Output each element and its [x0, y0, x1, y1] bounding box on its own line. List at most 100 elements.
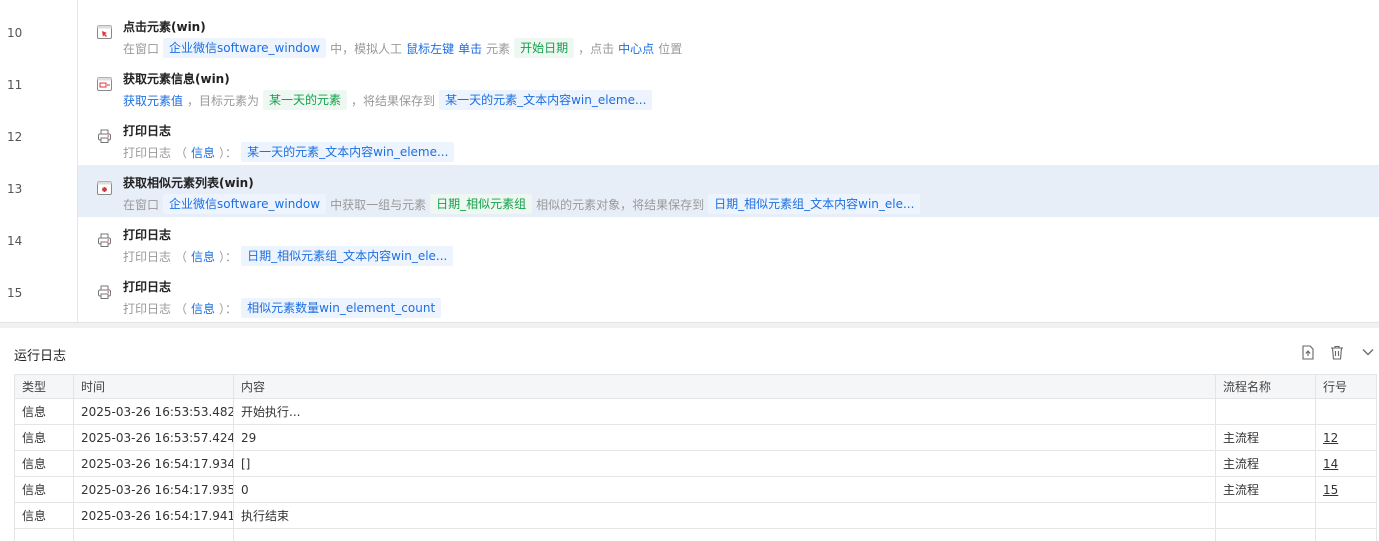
log-time-cell: 2025-03-26 16:54:17.941 — [73, 502, 234, 529]
description-text: ，将结果保存到 — [351, 93, 436, 108]
description-text: 打印日志 — [123, 301, 172, 316]
option-value[interactable]: 中心点 — [618, 40, 654, 57]
log-row[interactable]: 信息 2025-03-26 16:54:17.935 0 主流程 15 — [14, 476, 1377, 503]
parameter-chip[interactable]: 日期_相似元素组_文本内容win_ele... — [241, 246, 454, 266]
flow-step-row[interactable]: 14 打印日志 打印日志（信息）： 日期_相似元素组_文本内容win_ele... — [0, 217, 1379, 269]
log-content-cell: 29 — [233, 424, 1216, 451]
click-element-icon — [97, 24, 112, 39]
flow-steps-list: 10 点击元素(win) 在窗口 企业微信software_window 中，模拟人工鼠… — [0, 0, 1379, 322]
column-header-content[interactable]: 内容 — [233, 374, 1216, 399]
flow-step-row[interactable]: 15 打印日志 打印日志（信息）： 相似元素数量win_element_count — [0, 269, 1379, 321]
description-punctuation: （ — [175, 145, 188, 160]
flow-step-body[interactable]: 打印日志 打印日志（信息）： 某一天的元素_文本内容win_eleme... — [78, 113, 1379, 165]
flow-step-body[interactable]: 获取元素信息(win) 获取元素值 ，目标元素为 某一天的元素 ，将结果保存到 某一天的元… — [78, 61, 1379, 113]
log-flow-cell — [1215, 398, 1316, 425]
flow-step-row[interactable]: 11 获取元素信息(win) 获取元素值 ，目标元素为 某一天的元素 ，将结果保存到 某一天… — [0, 61, 1379, 113]
flow-step-title: 打印日志 — [123, 228, 172, 242]
option-value[interactable]: 信息 — [191, 144, 215, 161]
flow-step-body[interactable]: 获取相似元素列表(win) 在窗口 企业微信software_window 中获取一组… — [78, 165, 1379, 217]
option-value[interactable]: 单击 — [458, 40, 482, 57]
parameter-chip[interactable]: 企业微信software_window — [163, 194, 327, 214]
description-text: 相似的元素对象，将结果保存到 — [536, 197, 705, 212]
flow-step-body[interactable]: 打印日志 打印日志（信息）： 日期_相似元素组_文本内容win_ele... — [78, 217, 1379, 269]
log-flow-cell: 主流程 — [1215, 424, 1316, 451]
column-header-flow-name[interactable]: 流程名称 — [1215, 374, 1316, 399]
flow-step-row[interactable]: 13 获取相似元素列表(win) 在窗口 企业微信software_window 中获取… — [0, 165, 1379, 217]
flow-step-description: 打印日志（信息 ）： 日期_相似元素组_文本内容win_ele... — [123, 246, 457, 266]
description-text: 打印日志 — [123, 249, 172, 264]
line-number-link[interactable]: 14 — [1323, 457, 1338, 471]
delete-icon[interactable] — [1328, 343, 1346, 361]
column-header-type[interactable]: 类型 — [14, 374, 74, 399]
flow-step-row[interactable]: 12 打印日志 打印日志（信息）： 某一天的元素_文本内容win_eleme... — [0, 113, 1379, 165]
collapse-chevron-icon[interactable] — [1359, 343, 1377, 361]
flow-step-title: 点击元素(win) — [123, 20, 206, 34]
log-time-cell: 2025-03-26 16:53:53.482 — [73, 398, 234, 425]
empty-cell — [1215, 528, 1316, 541]
description-punctuation: （ — [175, 249, 188, 264]
flow-step-title: 获取元素信息(win) — [123, 72, 230, 86]
log-content-cell: 0 — [233, 476, 1216, 503]
log-row[interactable]: 信息 2025-03-26 16:54:17.941 执行结束 — [14, 502, 1377, 529]
empty-cell — [14, 528, 74, 541]
option-value[interactable]: 鼠标左键 — [406, 40, 454, 57]
get-element-info-icon — [97, 76, 112, 91]
log-content-cell: 开始执行... — [233, 398, 1216, 425]
empty-cell — [73, 528, 234, 541]
table-header-row: 类型 时间 内容 流程名称 行号 — [14, 374, 1377, 399]
description-text: 元素 — [486, 41, 511, 56]
run-log-panel: 运行日志 类型 时间 内容 流程名称 行号 信息 2025-03-26 16:5… — [0, 328, 1379, 541]
flow-step-body[interactable]: 打印日志 打印日志（信息 ）： 相似元素数量win_element_count — [78, 269, 1379, 321]
print-log-icon — [97, 284, 112, 299]
log-line-cell: 15 — [1315, 476, 1377, 503]
print-log-icon — [97, 128, 112, 143]
line-number: 10 — [7, 26, 23, 40]
log-flow-cell — [1215, 502, 1316, 529]
run-log-title: 运行日志 — [14, 349, 67, 364]
rpa-editor: 10 点击元素(win) 在窗口 企业微信software_window 中，模拟人工鼠… — [0, 0, 1379, 541]
option-value[interactable]: 信息 — [191, 300, 215, 317]
column-header-line-number[interactable]: 行号 — [1315, 374, 1377, 399]
flow-step-description: 获取元素值 ，目标元素为 某一天的元素 ，将结果保存到 某一天的元素_文本内容win_e… — [123, 90, 656, 110]
export-icon[interactable] — [1299, 343, 1317, 361]
line-number-link[interactable]: 12 — [1323, 431, 1338, 445]
description-punctuation: （ — [175, 301, 188, 316]
log-line-cell: 12 — [1315, 424, 1377, 451]
element-chip[interactable]: 日期_相似元素组 — [430, 194, 533, 214]
parameter-chip[interactable]: 某一天的元素_文本内容win_eleme... — [439, 90, 653, 110]
log-line-cell — [1315, 502, 1377, 529]
flow-step-description: 在窗口 企业微信software_window 中获取一组与元素 日期_相似元素组 相似… — [123, 194, 924, 214]
flow-step-body[interactable]: 点击元素(win) 在窗口 企业微信software_window 中，模拟人工 鼠标左… — [78, 9, 1379, 61]
element-chip[interactable]: 某一天的元素 — [263, 90, 348, 110]
column-header-time[interactable]: 时间 — [73, 374, 234, 399]
log-time-cell: 2025-03-26 16:53:57.424 — [73, 424, 234, 451]
description-punctuation: ）： — [219, 249, 238, 264]
parameter-chip[interactable]: 日期_相似元素组_文本内容win_ele... — [708, 194, 921, 214]
log-row[interactable]: 信息 2025-03-26 16:53:53.482 开始执行... — [14, 398, 1377, 425]
flow-step-description: 打印日志（信息 ）： 相似元素数量win_element_count — [123, 298, 445, 318]
element-chip[interactable]: 开始日期 — [514, 38, 575, 58]
line-number: 13 — [7, 182, 23, 196]
log-row[interactable]: 信息 2025-03-26 16:54:17.934[] 主流程 14 — [14, 450, 1377, 477]
option-value[interactable]: 获取元素值 — [123, 92, 183, 109]
line-number: 12 — [7, 130, 23, 144]
description-text: 位置 — [658, 41, 683, 56]
flow-step-row[interactable]: 10 点击元素(win) 在窗口 企业微信software_window 中，模拟人工鼠… — [0, 9, 1379, 61]
parameter-chip[interactable]: 某一天的元素_文本内容win_eleme... — [241, 142, 455, 162]
log-flow-cell: 主流程 — [1215, 450, 1316, 477]
log-row[interactable]: 信息 2025-03-26 16:53:57.424 29 主流程 12 — [14, 424, 1377, 451]
line-number-link[interactable]: 15 — [1323, 483, 1338, 497]
parameter-chip[interactable]: 企业微信software_window — [163, 38, 327, 58]
description-text: 中获取一组与元素 — [330, 197, 427, 212]
description-punctuation: ）： — [219, 301, 238, 316]
empty-cell — [233, 528, 1216, 541]
log-type-cell: 信息 — [14, 450, 74, 477]
option-value[interactable]: 信息 — [191, 248, 215, 265]
description-text: ，点击 — [578, 41, 615, 56]
log-line-cell — [1315, 398, 1377, 425]
log-content-cell: 执行结束 — [233, 502, 1216, 529]
description-punctuation: ）： — [219, 145, 238, 160]
description-text: 在窗口 — [123, 197, 160, 212]
flow-step-description: 打印日志（信息 ）： 某一天的元素_文本内容win_eleme... — [123, 142, 458, 162]
parameter-chip[interactable]: 相似元素数量win_element_count — [241, 298, 442, 318]
